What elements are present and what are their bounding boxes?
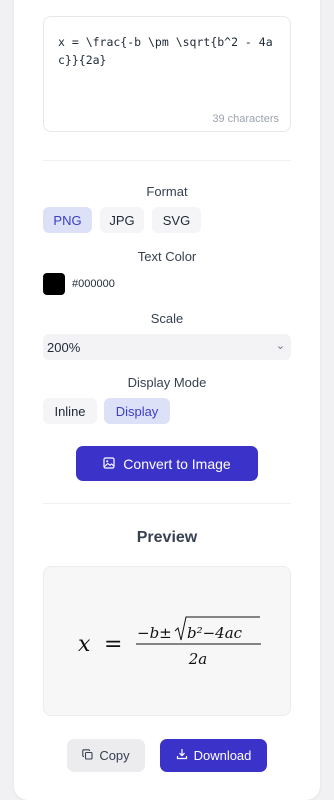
convert-to-image-button[interactable]: Convert to Image xyxy=(76,446,258,481)
convert-button-label: Convert to Image xyxy=(123,455,231,472)
divider xyxy=(43,160,291,161)
latex-input-text[interactable]: x = \frac{-b \pm \sqrt{b^2 - 4ac}}{2a} xyxy=(58,33,280,69)
format-option-png[interactable]: PNG xyxy=(43,207,92,233)
image-icon xyxy=(103,456,115,472)
color-hex-value: #000000 xyxy=(72,278,115,290)
display-mode-display[interactable]: Display xyxy=(104,398,170,424)
format-label: Format xyxy=(146,184,188,199)
format-option-jpg[interactable]: JPG xyxy=(100,207,144,233)
divider xyxy=(43,503,291,504)
latex-input[interactable]: x = \frac{-b \pm \sqrt{b^2 - 4ac}}{2a} 3… xyxy=(43,16,291,132)
formula-numerator-prefix: −b± xyxy=(137,624,172,642)
color-swatch[interactable] xyxy=(43,273,65,295)
chevron-down-icon: ⌄ xyxy=(275,340,285,352)
scale-label: Scale xyxy=(150,311,184,326)
format-option-svg[interactable]: SVG xyxy=(152,207,201,233)
formula-lhs: x xyxy=(78,632,91,657)
character-count: 39 characters xyxy=(212,113,279,125)
copy-button-label: Copy xyxy=(99,748,130,763)
download-button[interactable]: Download xyxy=(160,739,267,772)
download-icon xyxy=(176,748,188,763)
formula-equals: = xyxy=(104,632,122,657)
formula-radicand: b²−4ac xyxy=(187,624,243,642)
copy-icon xyxy=(82,748,93,763)
preview-box: x = −b± b²−4ac 2a xyxy=(43,566,291,716)
scale-select[interactable]: 200% ⌄ xyxy=(43,334,291,360)
rendered-formula: x = −b± b²−4ac 2a xyxy=(78,616,261,668)
display-mode-label: Display Mode xyxy=(127,375,207,390)
text-color-label: Text Color xyxy=(137,249,197,264)
copy-button[interactable]: Copy xyxy=(67,739,145,772)
display-mode-inline[interactable]: Inline xyxy=(43,398,97,424)
formula-denominator: 2a xyxy=(188,650,208,668)
scale-select-value: 200% xyxy=(47,340,81,355)
preview-title: Preview xyxy=(136,529,198,546)
download-button-label: Download xyxy=(193,748,252,763)
